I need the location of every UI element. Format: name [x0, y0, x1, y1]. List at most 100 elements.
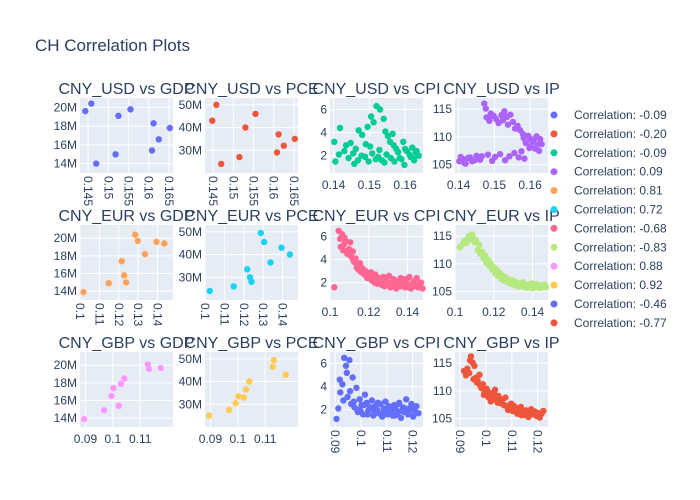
data-point: [410, 281, 417, 289]
subplot-2: 30M 40M 50M 0.145 0.15 0.155 0.16 0.165 CNY_USD …: [179, 81, 319, 206]
x-tick-label: 0.1: [73, 303, 87, 320]
data-point: [252, 110, 259, 118]
x-tick-label: 0.11: [92, 303, 106, 326]
legend-label: Correlation: -0.83: [574, 240, 667, 254]
subplot-title: CNY_USD vs PCE: [184, 81, 318, 98]
data-point: [515, 154, 522, 161]
data-point: [350, 398, 357, 405]
x-tick-label: 0.12: [357, 305, 381, 319]
legend-item[interactable]: Correlation: 0.92: [550, 278, 664, 292]
data-point: [401, 145, 409, 152]
subplot-6: 30M 40M 50M 0.1 0.11 0.12 0.13 0.14 CNY_EUR vs P…: [179, 208, 319, 327]
data-point: [275, 131, 282, 138]
data-point: [205, 412, 213, 419]
x-tick-label: 0.1: [479, 430, 493, 447]
correlation-figure: CH Correlation Plots 14M 16M 18M 20M 0.145 0.…: [35, 36, 668, 454]
legend-label: Correlation: -0.77: [574, 316, 667, 330]
legend-item[interactable]: Correlation: -0.77: [550, 316, 668, 330]
data-point: [336, 376, 343, 383]
legend-item[interactable]: Correlation: 0.81: [550, 184, 664, 198]
data-point: [213, 101, 220, 109]
legend-label: Correlation: -0.68: [574, 221, 667, 235]
legend-label: Correlation: 0.92: [574, 278, 663, 292]
legend-item[interactable]: Correlation: -0.46: [550, 297, 668, 311]
y-tick-label: 50M: [179, 352, 202, 366]
data-point: [415, 410, 422, 417]
y-tick-label: 4: [320, 126, 327, 140]
y-tick-label: 2: [320, 403, 327, 417]
subplot-9: 14M 16M 18M 20M 0.09 0.1 0.11 CNY_GBP vs GDP: [54, 335, 195, 446]
data-point: [376, 146, 383, 154]
data-point: [518, 148, 525, 155]
x-tick-label: 0.1: [229, 432, 246, 446]
subplot-8: 105 110 115 0.1 0.12 0.14 CNY_EUR vs IP: [432, 208, 560, 319]
legend-item[interactable]: Correlation: -0.09: [550, 108, 668, 122]
legend-item[interactable]: Correlation: -0.09: [550, 146, 668, 160]
data-point: [405, 410, 412, 417]
data-point: [280, 142, 287, 149]
subplot-title: CNY_GBP vs PCE: [185, 335, 319, 352]
x-tick-label: 0.09: [453, 430, 467, 454]
data-point: [497, 396, 505, 403]
data-point: [403, 396, 410, 403]
data-point: [342, 362, 350, 369]
subplot-7: 2 4 6 0.1 0.12 0.14 CNY_EUR vs CPI: [312, 208, 440, 319]
data-point: [364, 411, 371, 418]
data-point: [534, 141, 541, 148]
data-point: [346, 356, 353, 364]
data-point: [108, 392, 115, 400]
data-point: [273, 149, 281, 156]
data-point: [333, 415, 340, 423]
data-point: [476, 241, 483, 249]
data-point: [371, 408, 378, 416]
data-point: [230, 283, 237, 290]
x-tick-label: 0.16: [518, 178, 542, 192]
data-point: [332, 158, 339, 165]
y-tick-label: 16M: [54, 394, 77, 408]
subplot-5: 14M 16M 18M 20M 0.1 0.11 0.12 0.13 0.14 CNY_EUR v…: [54, 208, 195, 327]
y-tick-label: 2: [320, 149, 327, 163]
data-point: [80, 288, 87, 296]
x-tick-label: 0.11: [129, 432, 152, 446]
legend-item[interactable]: Correlation: -0.20: [550, 127, 668, 141]
legend-item[interactable]: Correlation: 0.72: [550, 203, 664, 217]
legend-item[interactable]: Correlation: 0.09: [550, 165, 664, 179]
subplot-11: 2 4 6 0.09 0.1 0.11 0.12 CNY_GBP vs CPI: [313, 335, 441, 454]
y-tick-label: 16M: [54, 267, 77, 281]
data-point: [496, 150, 504, 158]
data-point: [536, 135, 544, 143]
data-point: [343, 369, 350, 376]
data-point: [380, 115, 387, 123]
data-point: [110, 385, 117, 392]
data-point: [209, 117, 216, 124]
data-point: [105, 280, 112, 287]
y-tick-label: 20M: [54, 358, 77, 372]
data-point: [240, 394, 247, 401]
legend-marker: [550, 187, 558, 195]
subplot-4: 105 110 115 0.14 0.15 0.16 CNY_USD vs IP: [432, 81, 560, 192]
legend-item[interactable]: Correlation: 0.88: [550, 259, 664, 273]
y-tick-label: 115: [433, 229, 452, 243]
data-point: [471, 362, 478, 370]
data-point: [417, 279, 425, 286]
data-point: [360, 401, 368, 409]
legend-item[interactable]: Correlation: -0.83: [550, 240, 668, 254]
data-point: [477, 382, 484, 390]
y-tick-label: 18M: [54, 376, 77, 390]
data-point: [269, 363, 276, 370]
legend-item[interactable]: Correlation: -0.68: [550, 221, 668, 235]
subplot-grid: 14M16M18M20M0.145 0.15 0.155 0.16 0.165CNY_U…: [54, 81, 560, 454]
data-point: [121, 375, 128, 382]
data-point: [350, 257, 357, 264]
data-point: [157, 364, 164, 372]
data-point: [365, 158, 372, 165]
data-point: [486, 117, 493, 125]
y-tick-label: 30M: [179, 270, 202, 284]
legend-marker: [550, 281, 558, 289]
y-tick-label: 110: [433, 384, 452, 398]
data-point: [148, 147, 156, 154]
data-point: [394, 149, 402, 156]
legend-label: Correlation: 0.88: [574, 259, 663, 273]
data-point: [335, 151, 343, 158]
plot-area: [80, 352, 173, 427]
